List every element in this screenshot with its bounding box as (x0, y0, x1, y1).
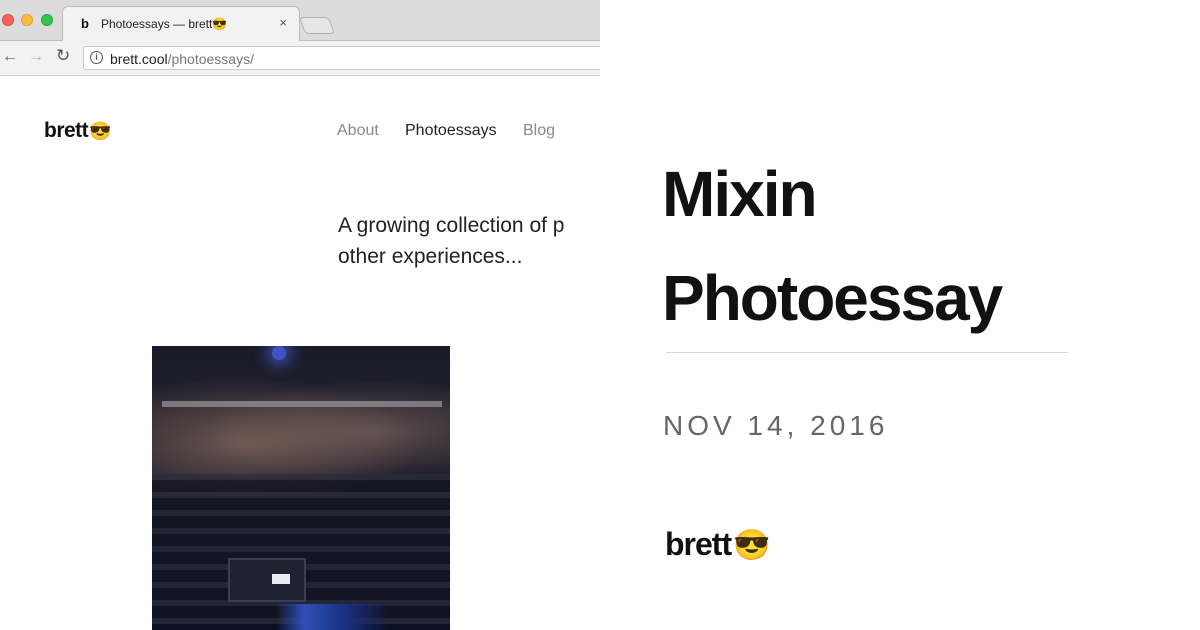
close-window-button[interactable] (2, 14, 14, 26)
card-title-line-2: Photoessay (662, 262, 1003, 334)
tab-strip: b Photoessays — brett😎 × (0, 0, 600, 41)
address-bar[interactable]: i brett.cool/photoessays/ (83, 46, 600, 70)
sunglasses-emoji-icon: 😎 (733, 529, 770, 562)
reload-icon[interactable]: ↻ (56, 47, 70, 65)
card-title-line-1: Mixin (662, 158, 818, 230)
minimize-window-button[interactable] (21, 14, 33, 26)
divider (666, 352, 1068, 353)
barrier-image-area (162, 401, 442, 407)
close-tab-icon[interactable]: × (279, 15, 287, 30)
monitor-glow (272, 574, 290, 584)
page-content: brett😎 About Photoessays Blog A growing … (0, 76, 600, 630)
card-date: NOV 14, 2016 (663, 410, 889, 441)
url-text[interactable]: brett.cool/photoessays/ (110, 51, 254, 67)
nav-link-photoessays[interactable]: Photoessays (405, 122, 497, 140)
back-arrow-icon[interactable]: ← (2, 48, 18, 66)
card-logo-text: brett (665, 526, 732, 562)
photoessay-thumbnail[interactable] (152, 346, 450, 630)
favicon-icon: b (81, 16, 89, 31)
intro-text: A growing collection of p other experien… (338, 210, 600, 272)
stage-floor-image-area (262, 604, 402, 630)
site-logo[interactable]: brett😎 (44, 119, 112, 143)
forward-arrow-icon[interactable]: → (28, 48, 44, 66)
browser-window: b Photoessays — brett😎 × ← → ↻ i brett.c… (0, 0, 600, 630)
card-title: Mixin Photoessay (662, 142, 1182, 350)
nav-link-about[interactable]: About (337, 122, 379, 140)
tab-title: Photoessays — brett😎 (101, 17, 228, 31)
card-logo: brett😎 (665, 526, 770, 563)
info-icon[interactable]: i (90, 51, 103, 64)
maximize-window-button[interactable] (41, 14, 53, 26)
spotlight-image-area (272, 346, 286, 360)
browser-toolbar: ← → ↻ i brett.cool/photoessays/ (0, 41, 600, 76)
intro-line: A growing collection of p other experien… (338, 214, 565, 268)
nav-link-blog[interactable]: Blog (523, 122, 555, 140)
sunglasses-emoji-icon: 😎 (89, 121, 112, 141)
stage-monitor-image-area (228, 558, 306, 602)
browser-tab[interactable]: b Photoessays — brett😎 × (62, 6, 300, 41)
url-path: /photoessays/ (167, 51, 254, 67)
site-logo-text: brett (44, 119, 89, 142)
url-host: brett.cool (110, 51, 168, 67)
new-tab-button[interactable] (298, 17, 336, 34)
